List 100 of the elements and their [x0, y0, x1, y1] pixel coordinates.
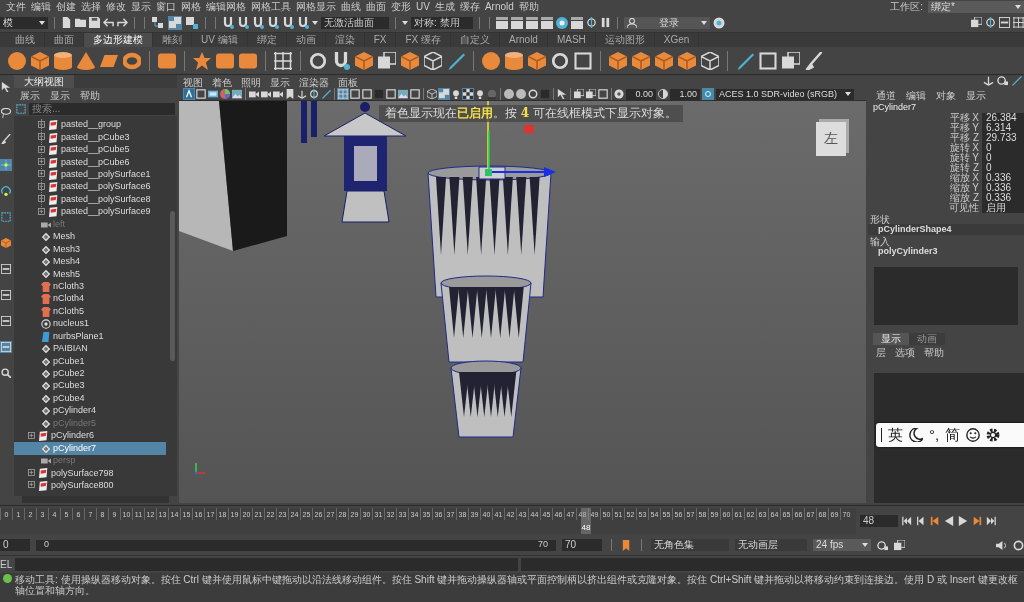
menu-item[interactable]: 变形 — [391, 0, 411, 13]
menu-item[interactable]: 缓存 — [459, 0, 480, 13]
menu-item[interactable]: 帮助 — [924, 347, 944, 357]
color-space-dropdown[interactable]: ACES 1.0 SDR-video (sRGB) — [716, 88, 854, 100]
shape-node-item[interactable]: pCylinderShape4 — [868, 224, 1024, 235]
menu-item[interactable]: 渲染器 — [299, 77, 329, 86]
attribute-value-field[interactable]: 0.336 — [982, 182, 1024, 194]
menu-item[interactable]: 选择 — [81, 0, 101, 13]
menu-item[interactable]: 帮助 — [80, 90, 100, 99]
command-language-label[interactable]: EL — [0, 559, 13, 570]
menu-item[interactable]: UV — [416, 0, 430, 13]
outliner-item[interactable]: nucleus1 — [14, 318, 166, 331]
panel-tab[interactable]: 大纲视图 — [14, 75, 74, 88]
outliner-item[interactable]: pCylinder4 — [14, 405, 166, 418]
script-toggle[interactable]: 简 — [945, 426, 961, 444]
outliner-item[interactable]: nCloth4 — [14, 293, 166, 306]
input-node-item[interactable]: polyCylinder3 — [868, 246, 1024, 257]
gamma-field[interactable]: 1.00 — [670, 88, 700, 100]
attribute-value-field[interactable]: 0 — [982, 162, 1024, 174]
language-toggle[interactable]: 英 — [888, 426, 903, 444]
menu-item[interactable]: 照明 — [241, 77, 261, 86]
outliner-item[interactable]: Mesh — [14, 230, 166, 244]
outliner-item[interactable]: pasted__polySurface8 — [14, 193, 166, 207]
character-set-dropdown[interactable]: 无角色集 — [651, 539, 729, 551]
outliner-item[interactable]: pasted__pCube3 — [14, 131, 166, 144]
menu-item[interactable]: 显示 — [50, 90, 70, 99]
menu-item[interactable]: 帮助 — [518, 0, 539, 13]
menu-item[interactable]: 显示 — [131, 0, 151, 13]
outliner-item[interactable]: pCylinder7 — [14, 442, 166, 455]
outliner-item[interactable]: Mesh3 — [14, 243, 166, 256]
help-line: 移动工具: 使用操纵器移动对象。按住 Ctrl 键并使用鼠标中键拖动以沿法线移动组件。按住 Shift 键并拖动操纵器轴或平面控制柄以挤出组件或克隆对象。按住 Ctrl+Shift 键并拖动以将移动约束到连接边。使用 D 或 Insert 键更改枢轴位置和轴方向。 — [15, 574, 1019, 596]
attribute-value-field[interactable]: 26.384 — [982, 112, 1024, 124]
start-frame-field[interactable]: 0 — [0, 539, 30, 551]
outliner-item[interactable]: pCylinder6 — [14, 429, 166, 443]
anim-layer-dropdown[interactable]: 无动画层 — [735, 539, 807, 551]
menu-item[interactable]: 视图 — [183, 77, 203, 86]
live-surface-field[interactable]: 无激活曲面 — [321, 16, 389, 29]
menu-item[interactable]: 网格工具 — [251, 0, 291, 13]
layer-tab[interactable]: 显示 — [873, 333, 909, 345]
attribute-label: 平移 Z — [949, 133, 980, 143]
menu-item[interactable]: 层 — [876, 347, 886, 357]
menu-item[interactable]: 着色 — [212, 77, 232, 86]
menu-item[interactable]: 对象 — [936, 90, 956, 100]
mode-dropdown[interactable]: 模 — [0, 16, 48, 29]
fps-dropdown[interactable]: 24 fps — [813, 539, 871, 551]
end-frame-field[interactable]: 70 — [562, 539, 602, 551]
menu-item[interactable]: Arnold — [484, 0, 514, 13]
menu-item[interactable]: 创建 — [56, 0, 76, 13]
shelf-tab[interactable]: 多边形建模 — [84, 33, 153, 47]
layer-tab[interactable]: 动画 — [909, 333, 945, 345]
menu-item[interactable]: 生成 — [434, 0, 455, 13]
menu-item[interactable]: 网格显示 — [296, 0, 336, 13]
menu-item[interactable]: 网格 — [181, 0, 201, 13]
workspace-dropdown[interactable]: 绑定* — [928, 0, 1024, 13]
section-heading: 形状 — [869, 213, 891, 224]
view-cube[interactable]: 左 — [816, 122, 846, 156]
menu-item[interactable]: 面板 — [338, 77, 358, 86]
outliner-item[interactable]: pasted__polySurface1 — [14, 168, 166, 182]
search-field[interactable]: 搜索... — [29, 102, 175, 115]
attribute-value-field[interactable]: 0.336 — [982, 172, 1024, 184]
menu-item[interactable]: 显示 — [270, 77, 290, 86]
attribute-value-field[interactable]: 0 — [982, 142, 1024, 154]
symmetry-field[interactable]: 对称: 禁用 — [411, 16, 473, 29]
outliner-item[interactable]: nCloth3 — [14, 280, 166, 294]
outliner-item[interactable]: polySurface798 — [14, 467, 166, 480]
menu-item[interactable]: 文件 — [6, 0, 26, 13]
outliner-item[interactable]: Mesh5 — [14, 268, 166, 281]
outliner-item[interactable]: PAIBIAN — [14, 342, 166, 356]
menu-item[interactable]: 编辑 — [31, 0, 51, 13]
menu-item[interactable]: 修改 — [106, 0, 126, 13]
menu-item[interactable]: 编辑 — [906, 90, 926, 100]
outliner-item[interactable]: nurbsPlane1 — [14, 330, 166, 343]
attribute-value-field[interactable]: 启用 — [982, 202, 1024, 214]
outliner-item[interactable]: pCube4 — [14, 392, 166, 406]
punctuation-toggle[interactable]: °, — [929, 426, 940, 444]
menu-item[interactable]: 编辑网格 — [206, 0, 246, 13]
menu-item[interactable]: 曲线 — [341, 0, 361, 13]
attribute-value-field[interactable]: 0.336 — [982, 192, 1024, 204]
outliner-item[interactable]: pasted__polySurface9 — [14, 206, 166, 219]
menu-item[interactable]: 曲面 — [366, 0, 386, 13]
exposure-field[interactable]: 0.00 — [626, 88, 656, 100]
outliner-item[interactable]: pCube1 — [14, 355, 166, 368]
current-frame-field[interactable]: 48 — [860, 514, 898, 527]
attribute-value-field[interactable]: 6.314 — [982, 122, 1024, 134]
menu-item[interactable]: 选项 — [895, 347, 915, 357]
outliner-item[interactable]: pasted__polySurface6 — [14, 181, 166, 194]
outliner-item[interactable]: Mesh4 — [14, 255, 166, 269]
outliner-item[interactable]: pasted__group — [14, 119, 166, 132]
outliner-item[interactable]: pCube3 — [14, 380, 166, 393]
attribute-value-field[interactable]: 0 — [982, 152, 1024, 164]
menu-item[interactable]: 显示 — [966, 90, 986, 100]
outliner-item[interactable]: polySurface800 — [14, 479, 166, 493]
login-dropdown[interactable]: 登录 — [624, 16, 710, 29]
outliner-item[interactable]: nCloth5 — [14, 305, 166, 318]
menu-item[interactable]: 窗口 — [156, 0, 176, 13]
menu-item[interactable]: 通道 — [876, 90, 896, 100]
outliner-item[interactable]: pasted__pCube5 — [14, 143, 166, 157]
outliner-item[interactable]: pasted__pCube6 — [14, 156, 166, 169]
outliner-item[interactable]: pCube2 — [14, 367, 166, 381]
menu-item[interactable]: 展示 — [20, 90, 40, 99]
